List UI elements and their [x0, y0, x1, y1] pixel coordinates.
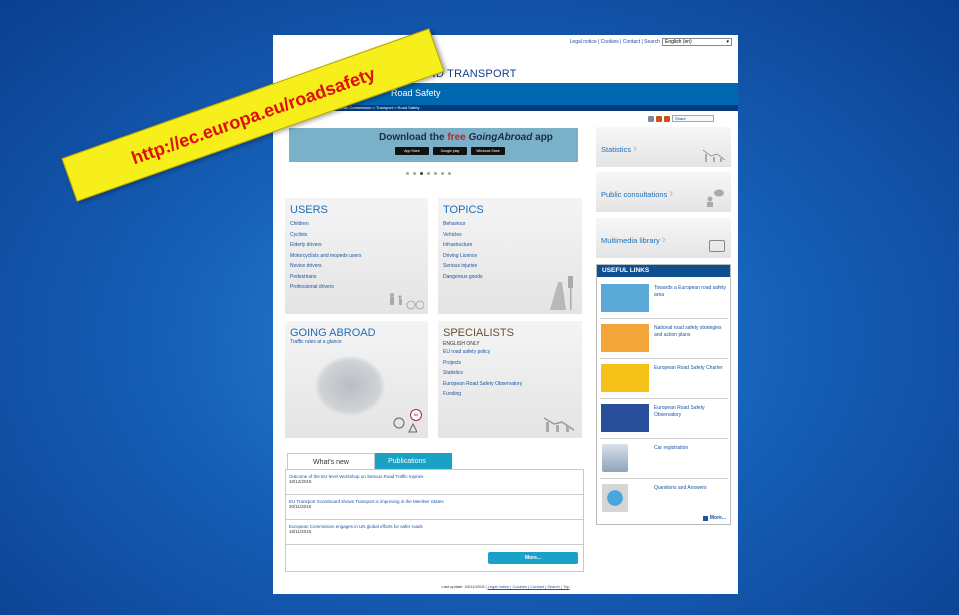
useful-links-title: USEFUL LINKS — [597, 265, 730, 277]
multimedia-library-link-box[interactable]: Multimedia library › — [596, 218, 731, 258]
list-item[interactable]: Statistics — [443, 368, 582, 379]
list-item[interactable]: Cyclists — [290, 230, 428, 241]
top-links[interactable]: Legal notice | Cookies | Contact | Searc… — [570, 39, 660, 45]
tab-whats-new[interactable]: What's new — [287, 453, 375, 470]
list-item[interactable]: Children — [290, 219, 428, 230]
carousel-dot[interactable] — [427, 172, 430, 175]
chevron-right-icon: › — [633, 141, 638, 155]
google-play-badge[interactable]: Google play — [433, 147, 467, 155]
list-item[interactable]: Serious injuries — [443, 261, 582, 272]
list-item[interactable]: Behaviour — [443, 219, 582, 230]
banner-text: Download the free GoingAbroad app — [379, 132, 553, 143]
useful-link[interactable]: European Road Safety Charter — [600, 361, 728, 399]
useful-link[interactable]: National road safety strategies and acti… — [600, 321, 728, 359]
carousel-dot[interactable] — [434, 172, 437, 175]
news-date: 10/12/2015 — [289, 479, 312, 484]
rss-icon[interactable] — [664, 115, 670, 122]
chevron-down-icon: ▾ — [726, 39, 729, 45]
users-list: Children Cyclists Elderly drivers Motorc… — [290, 219, 428, 293]
carousel-dot[interactable] — [420, 172, 423, 175]
list-item[interactable]: Projects — [443, 358, 582, 369]
specialists-title[interactable]: SPECIALISTS — [443, 327, 582, 339]
page-tools: Share — [648, 115, 714, 122]
road-traffic-light-icon — [550, 276, 573, 310]
statistics-link-box[interactable]: Statistics › — [596, 127, 731, 167]
observatory-thumbnail — [601, 404, 649, 432]
tab-publications[interactable]: Publications — [362, 453, 452, 470]
national-strategies-thumbnail — [601, 324, 649, 352]
media-icon — [709, 240, 725, 252]
top-utility-bar: Legal notice | Cookies | Contact | Searc… — [570, 38, 732, 46]
road-safety-area-thumbnail — [601, 284, 649, 312]
public-consultations-label: Public consultations — [601, 190, 668, 199]
useful-more-link[interactable]: More... — [702, 515, 726, 521]
statistics-label: Statistics — [601, 145, 632, 154]
users-title[interactable]: USERS — [290, 204, 428, 216]
public-consultations-link-box[interactable]: Public consultations › — [596, 172, 731, 212]
chevron-right-icon: › — [669, 186, 674, 200]
list-item[interactable]: Pedestrians — [290, 272, 428, 283]
news-date: 20/11/2015 — [289, 504, 312, 509]
footer-links[interactable]: Legal notice | Cookies | Contact | Searc… — [488, 584, 570, 589]
list-item[interactable]: EU road safety policy — [443, 347, 582, 358]
list-item[interactable]: European Road Safety Observatory — [443, 379, 582, 390]
list-item[interactable]: Funding — [443, 389, 582, 400]
app-store-badge[interactable]: App Store — [395, 147, 429, 155]
list-item[interactable]: Infrastructure — [443, 240, 582, 251]
pedestrians-icon — [390, 293, 424, 310]
carousel-dot[interactable] — [448, 172, 451, 175]
list-item[interactable]: Professional drivers — [290, 282, 428, 293]
multimedia-library-label: Multimedia library — [601, 236, 660, 245]
font-size-icon[interactable] — [656, 115, 662, 122]
list-item[interactable]: Motorcyclists and mopeds users — [290, 251, 428, 262]
site-subtitle: Road Safety — [391, 88, 441, 98]
plus-icon — [702, 515, 708, 521]
browser-page: Legal notice | Cookies | Contact | Searc… — [273, 35, 738, 594]
going-abroad-panel: GOING ABROAD Traffic rules at a glance 5… — [285, 321, 428, 438]
list-item[interactable]: Novice drivers — [290, 261, 428, 272]
windows-store-badge[interactable]: Windows Store — [471, 147, 505, 155]
carousel-dots — [406, 172, 451, 175]
useful-links-panel: USEFUL LINKS Towards a European road saf… — [596, 264, 731, 525]
news-item[interactable]: EU Transport Scoreboard shows Transport … — [286, 495, 583, 520]
people-speech-icon — [707, 189, 724, 207]
news-item[interactable]: European Commission engages in UN global… — [286, 520, 583, 545]
news-list: Outcome of the EU-level Workshop on Seri… — [285, 469, 584, 572]
car-registration-icon — [602, 444, 628, 472]
last-update: Last update: 04/11/2015 | — [441, 584, 488, 589]
carousel-dot[interactable] — [441, 172, 444, 175]
news-date: 18/11/2015 — [289, 529, 312, 534]
statistics-chart-icon — [544, 417, 575, 432]
app-banner[interactable]: Download the free GoingAbroad app App St… — [289, 128, 578, 162]
news-more-button[interactable]: More... — [488, 552, 578, 564]
specialists-list: EU road safety policy Projects Statistic… — [443, 347, 582, 400]
topics-title[interactable]: TOPICS — [443, 204, 582, 216]
traffic-rules-link[interactable]: Traffic rules at a glance — [290, 339, 428, 345]
share-button[interactable]: Share — [672, 115, 714, 122]
chart-icon — [703, 149, 725, 162]
specialists-panel: SPECIALISTS ENGLISH ONLY EU road safety … — [438, 321, 582, 438]
users-panel: USERS Children Cyclists Elderly drivers … — [285, 198, 428, 314]
useful-link[interactable]: Car registration — [600, 441, 728, 479]
road-safety-charter-thumbnail — [601, 364, 649, 392]
print-icon[interactable] — [648, 115, 654, 122]
carousel-dot[interactable] — [406, 172, 409, 175]
useful-link[interactable]: European Road Safety Observatory — [600, 401, 728, 439]
carousel-dot[interactable] — [413, 172, 416, 175]
page-footer: Last update: 04/11/2015 | Legal notice |… — [273, 584, 738, 589]
warning-sign-icon — [393, 417, 417, 433]
useful-link[interactable]: Towards a European road safety area — [600, 281, 728, 319]
europe-map-image — [315, 356, 385, 416]
chevron-right-icon: › — [661, 232, 666, 246]
useful-link[interactable]: Questions and Answers — [600, 481, 728, 519]
news-item[interactable]: Outcome of the EU-level Workshop on Seri… — [286, 470, 583, 495]
topics-panel: TOPICS Behaviour Vehicles Infrastructure… — [438, 198, 582, 314]
list-item[interactable]: Driving Licence — [443, 251, 582, 262]
list-item[interactable]: Vehicles — [443, 230, 582, 241]
topics-list: Behaviour Vehicles Infrastructure Drivin… — [443, 219, 582, 282]
language-select[interactable]: English (en) ▾ — [662, 38, 732, 46]
going-abroad-title[interactable]: GOING ABROAD — [290, 327, 428, 339]
list-item[interactable]: Elderly drivers — [290, 240, 428, 251]
questions-answers-icon — [602, 484, 628, 512]
